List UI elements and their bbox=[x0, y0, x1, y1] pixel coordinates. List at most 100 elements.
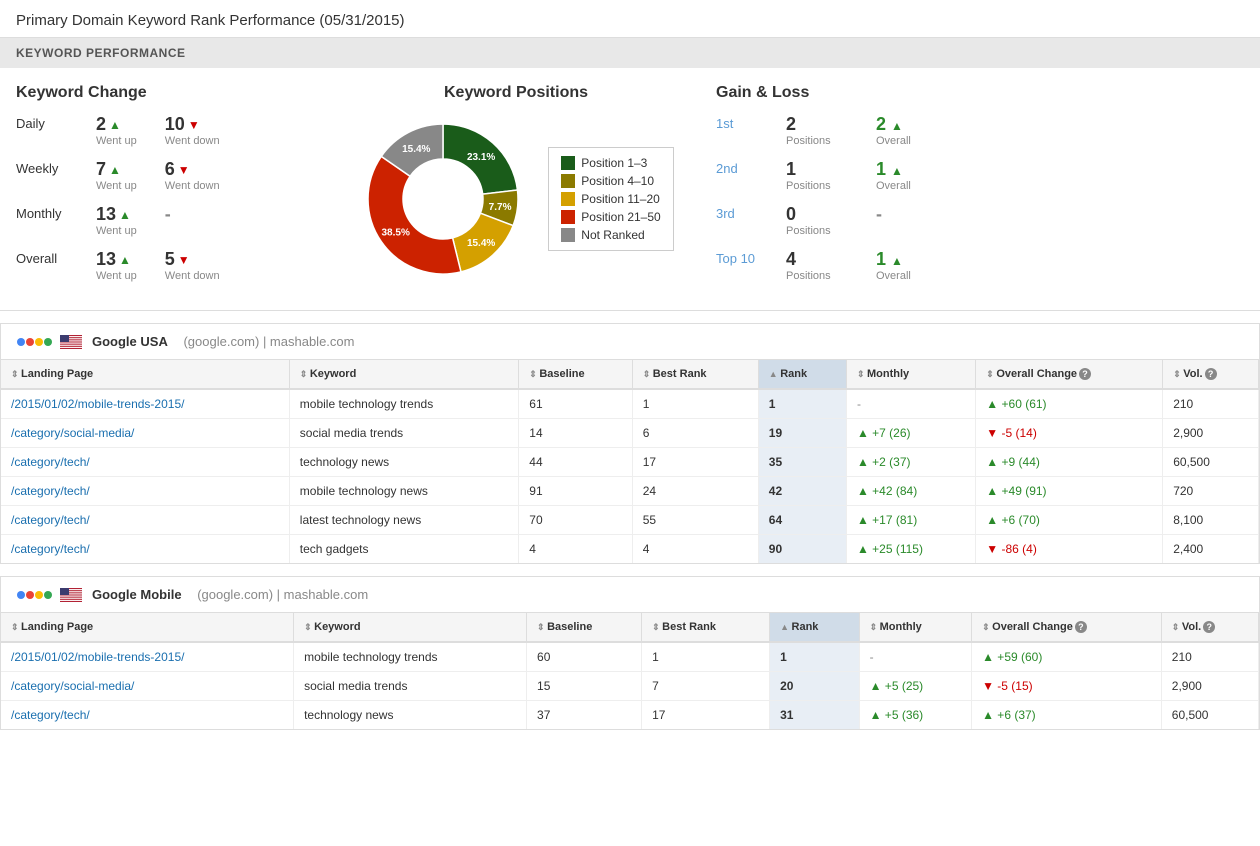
table-header[interactable]: ⇕ Keyword bbox=[294, 613, 527, 642]
table-header[interactable]: ⇕ Monthly bbox=[859, 613, 972, 642]
table-cell: mobile technology news bbox=[289, 477, 519, 506]
table-cell: mobile technology trends bbox=[289, 389, 519, 419]
table-cell: 2,400 bbox=[1163, 535, 1259, 564]
kc-up-sub: Went up bbox=[96, 225, 137, 237]
keyword-change-panel: Keyword Change Daily 2 ▲ Went up 10 ▼ We… bbox=[16, 84, 316, 294]
table-cell: 720 bbox=[1163, 477, 1259, 506]
table-header[interactable]: ⇕ Vol.? bbox=[1161, 613, 1258, 642]
gain-indicator: ▲ +6 (70) bbox=[986, 513, 1040, 527]
gain-loss-row: 3rd 0 Positions - bbox=[716, 204, 1244, 237]
table-row: /2015/01/02/mobile-trends-2015/mobile te… bbox=[1, 389, 1259, 419]
table-header[interactable]: ⇕ Landing Page bbox=[1, 613, 294, 642]
legend: Position 1–3 Position 4–10 Position 11–2… bbox=[548, 147, 673, 251]
table-cell: 1 bbox=[632, 389, 758, 419]
table-cell: 17 bbox=[642, 701, 770, 730]
kc-down-num: - bbox=[165, 204, 171, 225]
table-header[interactable]: ⇕ Vol.? bbox=[1163, 360, 1259, 389]
kc-up-pair: 13 ▲ Went up bbox=[96, 204, 137, 237]
keyword-change-rows: Daily 2 ▲ Went up 10 ▼ Went down Weekly … bbox=[16, 114, 316, 282]
table-row: /category/tech/mobile technology news912… bbox=[1, 477, 1259, 506]
gl-positions-num: 4 bbox=[786, 249, 796, 270]
table-header[interactable]: ⇕ Best Rank bbox=[642, 613, 770, 642]
table-cell: 210 bbox=[1163, 389, 1259, 419]
arrow-up-icon: ▲ bbox=[891, 164, 903, 178]
gl-overall-num: 1 ▲ bbox=[876, 249, 903, 270]
table-cell: 60,500 bbox=[1161, 701, 1258, 730]
data-table: ⇕ Landing Page⇕ Keyword⇕ Baseline⇕ Best … bbox=[1, 360, 1259, 563]
dash-value: - bbox=[857, 397, 861, 411]
table-cell: - bbox=[859, 642, 972, 672]
table-cell: 24 bbox=[632, 477, 758, 506]
table-cell: /category/tech/ bbox=[1, 535, 289, 564]
kc-up-num: 13 ▲ bbox=[96, 249, 131, 270]
table-cell: ▲ +42 (84) bbox=[846, 477, 975, 506]
table-row: /category/social-media/social media tren… bbox=[1, 672, 1259, 701]
table-header[interactable]: ⇕ Baseline bbox=[527, 613, 642, 642]
table-header[interactable]: ▲ Rank bbox=[758, 360, 846, 389]
table-header[interactable]: ⇕ Overall Change? bbox=[972, 613, 1162, 642]
table-cell: 17 bbox=[632, 448, 758, 477]
gl-overall-num: - bbox=[876, 204, 882, 225]
table-header[interactable]: ⇕ Keyword bbox=[289, 360, 519, 389]
help-icon[interactable]: ? bbox=[1075, 621, 1087, 633]
arrow-down-icon: ▼ bbox=[178, 163, 190, 177]
table-cell: tech gadgets bbox=[289, 535, 519, 564]
table-cell: ▲ +6 (37) bbox=[972, 701, 1162, 730]
legend-item: Not Ranked bbox=[561, 228, 660, 242]
legend-item: Position 11–20 bbox=[561, 192, 660, 206]
table-cell: 61 bbox=[519, 389, 632, 419]
help-icon[interactable]: ? bbox=[1205, 368, 1217, 380]
help-icon[interactable]: ? bbox=[1079, 368, 1091, 380]
table-row: /category/tech/latest technology news705… bbox=[1, 506, 1259, 535]
keyword-change-row: Daily 2 ▲ Went up 10 ▼ Went down bbox=[16, 114, 316, 147]
gl-label: 2nd bbox=[716, 159, 786, 176]
gain-indicator: ▲ +25 (115) bbox=[857, 542, 923, 556]
keyword-change-row: Monthly 13 ▲ Went up - bbox=[16, 204, 316, 237]
gain-loss-panel: Gain & Loss 1st 2 Positions 2 ▲ Overall … bbox=[716, 84, 1244, 294]
gain-loss-title: Gain & Loss bbox=[716, 84, 1244, 102]
gain-indicator: ▲ +9 (44) bbox=[986, 455, 1040, 469]
table-cell: ▲ +2 (37) bbox=[846, 448, 975, 477]
gain-indicator: ▲ +42 (84) bbox=[857, 484, 917, 498]
gl-positions-num: 1 bbox=[786, 159, 796, 180]
gain-indicator: ▲ +59 (60) bbox=[982, 650, 1042, 664]
arrow-down-icon: ▼ bbox=[178, 253, 190, 267]
table-cell: 20 bbox=[770, 672, 859, 701]
kc-down-sub: Went down bbox=[165, 270, 220, 282]
table-header[interactable]: ⇕ Best Rank bbox=[632, 360, 758, 389]
table-cell: /category/tech/ bbox=[1, 506, 289, 535]
table-cell: ▲ +25 (115) bbox=[846, 535, 975, 564]
sort-icon: ⇕ bbox=[1172, 622, 1182, 632]
kc-up-num: 13 ▲ bbox=[96, 204, 131, 225]
table-cell: 15 bbox=[527, 672, 642, 701]
table-header[interactable]: ⇕ Baseline bbox=[519, 360, 632, 389]
table-cell: ▼ -5 (14) bbox=[976, 419, 1163, 448]
kc-down-num: 10 ▼ bbox=[165, 114, 200, 135]
sort-icon: ⇕ bbox=[300, 369, 310, 379]
table-header[interactable]: ⇕ Landing Page bbox=[1, 360, 289, 389]
sort-icon: ⇕ bbox=[529, 369, 539, 379]
table-cell: 210 bbox=[1161, 642, 1258, 672]
legend-item: Position 4–10 bbox=[561, 174, 660, 188]
gl-label: Top 10 bbox=[716, 249, 786, 266]
gl-overall-col: - bbox=[876, 204, 946, 225]
table-header[interactable]: ⇕ Overall Change? bbox=[976, 360, 1163, 389]
gl-overall-num: 2 ▲ bbox=[876, 114, 903, 135]
table-cell: mobile technology trends bbox=[294, 642, 527, 672]
legend-item: Position 1–3 bbox=[561, 156, 660, 170]
kc-label: Weekly bbox=[16, 159, 96, 176]
kc-up-num: 2 ▲ bbox=[96, 114, 121, 135]
gl-positions-sub: Positions bbox=[786, 225, 831, 237]
loss-indicator: ▼ -5 (15) bbox=[982, 679, 1033, 693]
loss-indicator: ▼ -86 (4) bbox=[986, 542, 1037, 556]
table-header[interactable]: ▲ Rank bbox=[770, 613, 859, 642]
gain-indicator: ▲ +49 (91) bbox=[986, 484, 1046, 498]
legend-color bbox=[561, 156, 575, 170]
table-title-suffix: (google.com) | mashable.com bbox=[197, 587, 368, 602]
help-icon[interactable]: ? bbox=[1203, 621, 1215, 633]
gain-loss-row: 1st 2 Positions 2 ▲ Overall bbox=[716, 114, 1244, 147]
kc-up-pair: 7 ▲ Went up bbox=[96, 159, 137, 192]
kc-label: Daily bbox=[16, 114, 96, 131]
gl-overall-col: 1 ▲ Overall bbox=[876, 159, 946, 192]
table-header[interactable]: ⇕ Monthly bbox=[846, 360, 975, 389]
